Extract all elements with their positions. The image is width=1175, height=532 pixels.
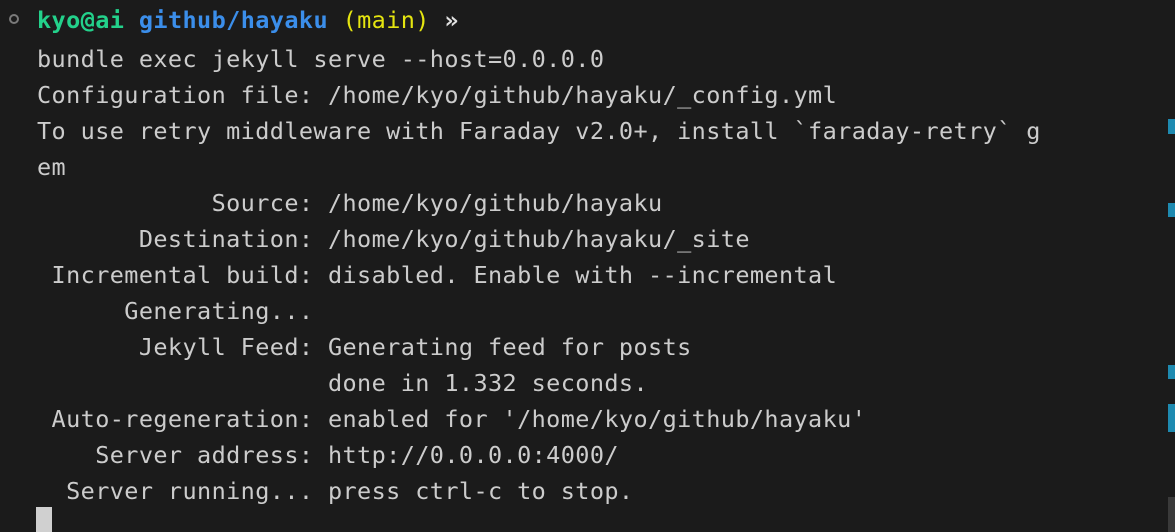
output-line: em — [37, 153, 67, 181]
output-line: Generating... — [37, 297, 314, 325]
scrollbar-decoration-mark — [1168, 404, 1175, 432]
scrollbar-decoration-mark — [1168, 365, 1175, 379]
command-line: bundle exec jekyll serve --host=0.0.0.0 — [37, 45, 605, 73]
output-line: Auto-regeneration: enabled for '/home/ky… — [37, 405, 867, 433]
scrollbar-decoration-mark — [1168, 119, 1175, 134]
output-line: Server running... press ctrl-c to stop. — [37, 477, 634, 505]
prompt-user-host: kyo@ai — [37, 6, 125, 34]
terminal[interactable]: kyo@ai github/hayaku (main) » bundle exe… — [0, 0, 1165, 532]
prompt-symbol: » — [444, 6, 459, 34]
output-line: Jekyll Feed: Generating feed for posts — [37, 333, 692, 361]
output-line: To use retry middleware with Faraday v2.… — [37, 117, 1041, 145]
output-line: Destination: /home/kyo/github/hayaku/_si… — [37, 225, 750, 253]
output-line: Incremental build: disabled. Enable with… — [37, 261, 838, 289]
scrollbar-decoration-mark — [1168, 203, 1175, 217]
output-line: done in 1.332 seconds. — [37, 369, 649, 397]
output-line: Server address: http://0.0.0.0:4000/ — [37, 441, 619, 469]
output-line: Source: /home/kyo/github/hayaku — [37, 189, 663, 217]
command-status-circle-icon[interactable] — [9, 14, 19, 24]
prompt-branch: (main) — [342, 6, 430, 34]
prompt-path: github/hayaku — [138, 6, 328, 34]
prompt-line: kyo@ai github/hayaku (main) » — [37, 2, 459, 38]
scrollbar-thumb[interactable] — [1168, 497, 1175, 532]
terminal-cursor — [36, 507, 52, 532]
output-line: Configuration file: /home/kyo/github/hay… — [37, 81, 838, 109]
